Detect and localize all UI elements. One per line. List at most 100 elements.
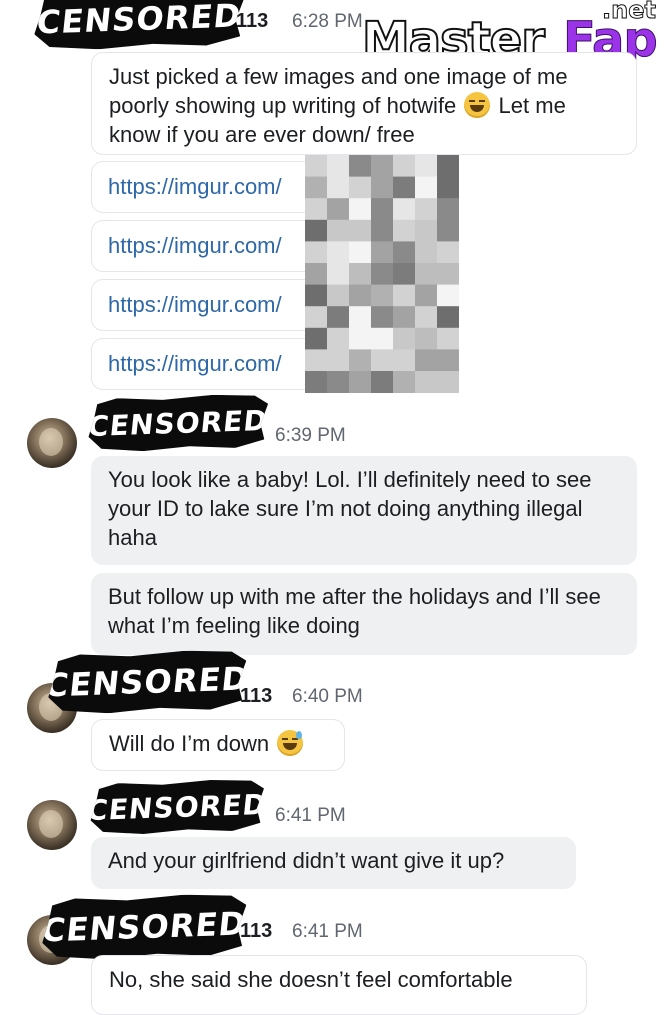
censored-name-tag: CENSORED	[46, 649, 247, 716]
mosaic-tile	[305, 371, 328, 393]
mosaic-tile	[415, 284, 438, 307]
message-text: No, she said she doesn’t feel comfortabl…	[109, 967, 513, 992]
mosaic-tile	[305, 241, 328, 264]
mosaic-tile	[415, 263, 438, 286]
mosaic-tile	[393, 176, 416, 199]
mosaic-tile	[327, 306, 350, 329]
mosaic-tile	[371, 284, 394, 307]
imgur-link-3[interactable]: https://imgur.com/	[91, 279, 341, 331]
imgur-link-1[interactable]: https://imgur.com/	[91, 161, 341, 213]
mosaic-tile	[305, 198, 328, 221]
mosaic-tile	[349, 306, 372, 329]
mosaic-tile	[437, 371, 459, 393]
mosaic-tile	[437, 198, 459, 221]
mosaic-tile	[327, 176, 350, 199]
mosaic-tile	[349, 284, 372, 307]
mosaic-tile	[371, 327, 394, 350]
mosaic-tile	[393, 371, 416, 393]
mosaic-tile	[305, 176, 328, 199]
mosaic-tile	[371, 155, 394, 178]
mosaic-tile	[393, 349, 416, 372]
message-text: Will do I’m down	[109, 731, 270, 756]
censored-name-tag: CENSORED	[87, 393, 269, 453]
imgur-link-2[interactable]: https://imgur.com/	[91, 220, 341, 272]
mosaic-tile	[305, 349, 328, 372]
message-bubble-outgoing[interactable]: Will do I’m down	[91, 719, 345, 771]
pixelation-censor-mosaic	[305, 155, 459, 393]
message-timestamp: 6:39 PM	[275, 425, 346, 446]
mosaic-tile	[305, 263, 328, 286]
message-bubble-outgoing[interactable]: Just picked a few images and one image o…	[91, 52, 637, 155]
censored-name-tag: CENSORED	[89, 778, 265, 836]
mosaic-tile	[371, 176, 394, 199]
mosaic-tile	[349, 198, 372, 221]
mosaic-tile	[327, 349, 350, 372]
mosaic-tile	[305, 219, 328, 242]
mosaic-tile	[437, 349, 459, 372]
mosaic-tile	[437, 241, 459, 264]
contact-avatar[interactable]	[27, 800, 77, 850]
mosaic-tile	[415, 371, 438, 393]
mosaic-tile	[349, 349, 372, 372]
message-timestamp: 6:41 PM	[292, 921, 363, 942]
mosaic-tile	[371, 371, 394, 393]
sweat-smile-emoji-icon	[277, 730, 304, 756]
message-bubble-incoming[interactable]: But follow up with me after the holidays…	[91, 573, 637, 655]
mosaic-tile	[437, 155, 459, 178]
mosaic-tile	[437, 219, 459, 242]
mosaic-tile	[349, 241, 372, 264]
message-bubble-incoming[interactable]: And your girlfriend didn’t want give it …	[91, 837, 576, 889]
mosaic-tile	[371, 349, 394, 372]
mosaic-tile	[327, 198, 350, 221]
message-text: You look like a baby! Lol. I’ll definite…	[108, 467, 592, 550]
link-text: https://imgur.com/	[108, 174, 282, 199]
mosaic-tile	[437, 284, 459, 307]
mosaic-tile	[393, 198, 416, 221]
mosaic-tile	[349, 371, 372, 393]
message-text: And your girlfriend didn’t want give it …	[108, 848, 505, 873]
message-bubble-outgoing[interactable]: No, she said she doesn’t feel comfortabl…	[91, 955, 587, 1015]
mosaic-tile	[437, 263, 459, 286]
mosaic-tile	[305, 155, 328, 178]
mosaic-tile	[371, 198, 394, 221]
mosaic-tile	[327, 284, 350, 307]
censored-name-tag: CENSORED	[40, 893, 247, 962]
sender-name-suffix: 113	[240, 685, 273, 707]
mosaic-tile	[305, 284, 328, 307]
mosaic-tile	[327, 155, 350, 178]
mosaic-tile	[437, 306, 459, 329]
mosaic-tile	[393, 327, 416, 350]
mosaic-tile	[393, 306, 416, 329]
link-text: https://imgur.com/	[108, 292, 282, 317]
mosaic-tile	[415, 349, 438, 372]
mosaic-tile	[327, 263, 350, 286]
mosaic-tile	[415, 155, 438, 178]
laughing-emoji-icon	[464, 92, 491, 118]
censored-name-tag: CENSORED	[32, 0, 245, 52]
mosaic-tile	[349, 219, 372, 242]
mosaic-tile	[305, 306, 328, 329]
mosaic-tile	[393, 263, 416, 286]
mosaic-tile	[349, 327, 372, 350]
mosaic-tile	[371, 263, 394, 286]
mosaic-tile	[393, 155, 416, 178]
watermark-net-text: .net	[602, 0, 657, 25]
mosaic-tile	[415, 176, 438, 199]
mosaic-tile	[415, 327, 438, 350]
sender-name-suffix: 113	[236, 10, 269, 32]
imgur-link-4[interactable]: https://imgur.com/	[91, 338, 341, 390]
mosaic-tile	[393, 284, 416, 307]
mosaic-tile	[371, 241, 394, 264]
message-timestamp: 6:40 PM	[292, 686, 363, 707]
message-bubble-incoming[interactable]: You look like a baby! Lol. I’ll definite…	[91, 456, 637, 565]
mosaic-tile	[415, 306, 438, 329]
mosaic-tile	[437, 176, 459, 199]
mosaic-tile	[393, 219, 416, 242]
mosaic-tile	[349, 263, 372, 286]
link-text: https://imgur.com/	[108, 351, 282, 376]
mosaic-tile	[437, 327, 459, 350]
message-timestamp: 6:28 PM	[292, 11, 363, 32]
contact-avatar[interactable]	[27, 418, 77, 468]
mosaic-tile	[371, 219, 394, 242]
mosaic-tile	[327, 241, 350, 264]
